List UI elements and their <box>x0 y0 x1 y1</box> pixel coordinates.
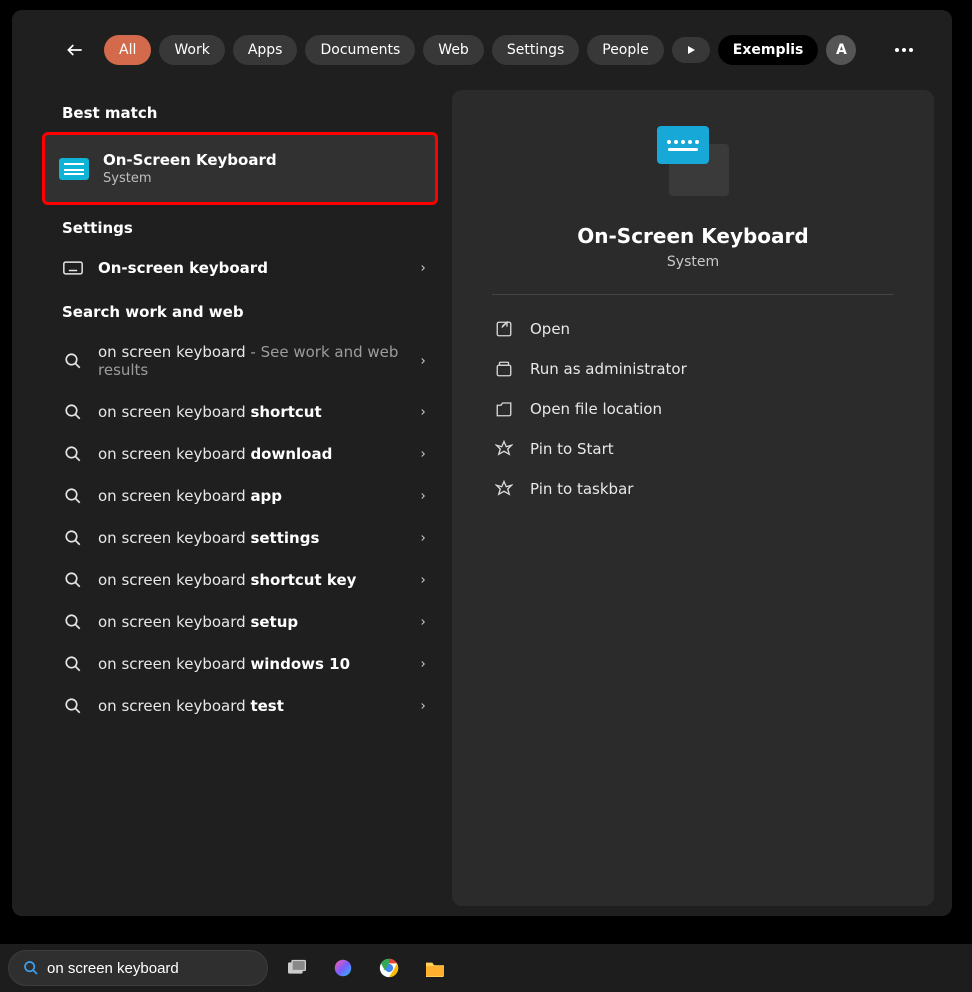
folder-icon <box>424 959 446 977</box>
suggestion-label: on screen keyboard windows 10 <box>98 655 404 673</box>
org-pill[interactable]: Exemplis <box>718 35 819 65</box>
suggestion-row[interactable]: on screen keyboard - See work and web re… <box>48 331 442 391</box>
section-search-web: Search work and web <box>62 303 432 321</box>
suggestion-row[interactable]: on screen keyboard shortcut key <box>48 559 442 601</box>
section-best-match: Best match <box>62 104 432 122</box>
suggestion-row[interactable]: on screen keyboard test <box>48 685 442 727</box>
search-icon <box>62 697 84 715</box>
search-icon <box>62 529 84 547</box>
back-button[interactable] <box>60 35 90 65</box>
task-view-icon <box>287 959 307 977</box>
action-icon <box>494 359 514 379</box>
chevron-right-icon <box>418 573 428 587</box>
suggestion-label: on screen keyboard setup <box>98 613 404 631</box>
settings-result[interactable]: On-screen keyboard <box>48 247 442 289</box>
action-icon <box>494 479 514 499</box>
suggestion-row[interactable]: on screen keyboard shortcut <box>48 391 442 433</box>
suggestion-label: on screen keyboard - See work and web re… <box>98 343 404 379</box>
filter-all[interactable]: All <box>104 35 151 65</box>
chrome-button[interactable] <box>372 951 406 985</box>
preview-action[interactable]: Open file location <box>492 389 894 429</box>
chevron-right-icon <box>418 354 428 368</box>
explorer-button[interactable] <box>418 951 452 985</box>
suggestion-label: on screen keyboard shortcut key <box>98 571 404 589</box>
search-icon <box>62 403 84 421</box>
preview-pane: On-Screen Keyboard System Open Run as adm… <box>452 90 934 906</box>
chevron-right-icon <box>418 699 428 713</box>
arrow-left-icon <box>65 40 85 60</box>
filter-bar: All Work AppsDocuments Web Settings People Ex… <box>12 10 952 80</box>
taskbar <box>0 944 972 992</box>
search-icon <box>62 571 84 589</box>
search-icon <box>62 352 84 370</box>
search-icon <box>23 960 39 976</box>
taskbar-search[interactable] <box>8 950 268 986</box>
preview-action[interactable]: Pin to taskbar <box>492 469 894 509</box>
action-label: Pin to taskbar <box>530 480 633 498</box>
filter-media[interactable] <box>672 37 710 63</box>
filter-people[interactable]: People <box>587 35 664 65</box>
best-match-title: On-Screen Keyboard <box>103 151 277 169</box>
app-icon <box>657 126 729 196</box>
keyboard-icon <box>59 158 89 180</box>
search-icon <box>62 445 84 463</box>
keyboard-outline-icon <box>62 261 84 275</box>
play-icon <box>685 44 697 56</box>
more-button[interactable] <box>886 32 922 68</box>
suggestion-row[interactable]: on screen keyboard settings <box>48 517 442 559</box>
suggestion-label: on screen keyboard download <box>98 445 404 463</box>
account-avatar[interactable]: A <box>826 35 856 65</box>
chevron-right-icon <box>418 405 428 419</box>
suggestion-label: on screen keyboard settings <box>98 529 404 547</box>
preview-title: On-Screen Keyboard <box>492 224 894 248</box>
suggestion-row[interactable]: on screen keyboard download <box>48 433 442 475</box>
filter-web[interactable]: Web <box>423 35 484 65</box>
search-icon <box>62 487 84 505</box>
chevron-right-icon <box>418 261 428 275</box>
start-search-panel: All Work AppsDocuments Web Settings People Ex… <box>12 10 952 916</box>
action-label: Pin to Start <box>530 440 614 458</box>
preview-action[interactable]: Run as administrator <box>492 349 894 389</box>
suggestion-label: on screen keyboard app <box>98 487 404 505</box>
filter-work[interactable]: Work <box>159 35 224 65</box>
chevron-right-icon <box>418 615 428 629</box>
action-label: Open file location <box>530 400 662 418</box>
preview-action[interactable]: Open <box>492 309 894 349</box>
chevron-right-icon <box>418 489 428 503</box>
chrome-icon <box>378 957 400 979</box>
chevron-right-icon <box>418 657 428 671</box>
action-icon <box>494 439 514 459</box>
action-icon <box>494 399 514 419</box>
search-icon <box>62 655 84 673</box>
suggestion-row[interactable]: on screen keyboard setup <box>48 601 442 643</box>
copilot-icon <box>332 957 354 979</box>
suggestion-label: on screen keyboard test <box>98 697 404 715</box>
preview-subtitle: System <box>492 254 894 270</box>
preview-action[interactable]: Pin to Start <box>492 429 894 469</box>
suggestion-row[interactable]: on screen keyboard windows 10 <box>48 643 442 685</box>
action-label: Run as administrator <box>530 360 687 378</box>
section-settings: Settings <box>62 219 432 237</box>
filter-apps[interactable]: Apps <box>233 35 298 65</box>
taskbar-search-input[interactable] <box>47 960 253 977</box>
filter-documents[interactable]: Documents <box>305 35 415 65</box>
copilot-button[interactable] <box>326 951 360 985</box>
results-column: Best match On-Screen Keyboard System Set… <box>12 80 452 916</box>
suggestion-label: on screen keyboard shortcut <box>98 403 404 421</box>
chevron-right-icon <box>418 531 428 545</box>
filter-settings[interactable]: Settings <box>492 35 579 65</box>
best-match-subtitle: System <box>103 171 277 186</box>
chevron-right-icon <box>418 447 428 461</box>
action-icon <box>494 319 514 339</box>
action-label: Open <box>530 320 570 338</box>
settings-result-label: On-screen keyboard <box>98 259 268 277</box>
suggestion-row[interactable]: on screen keyboard app <box>48 475 442 517</box>
search-icon <box>62 613 84 631</box>
best-match-result[interactable]: On-Screen Keyboard System <box>42 132 438 205</box>
task-view-button[interactable] <box>280 951 314 985</box>
